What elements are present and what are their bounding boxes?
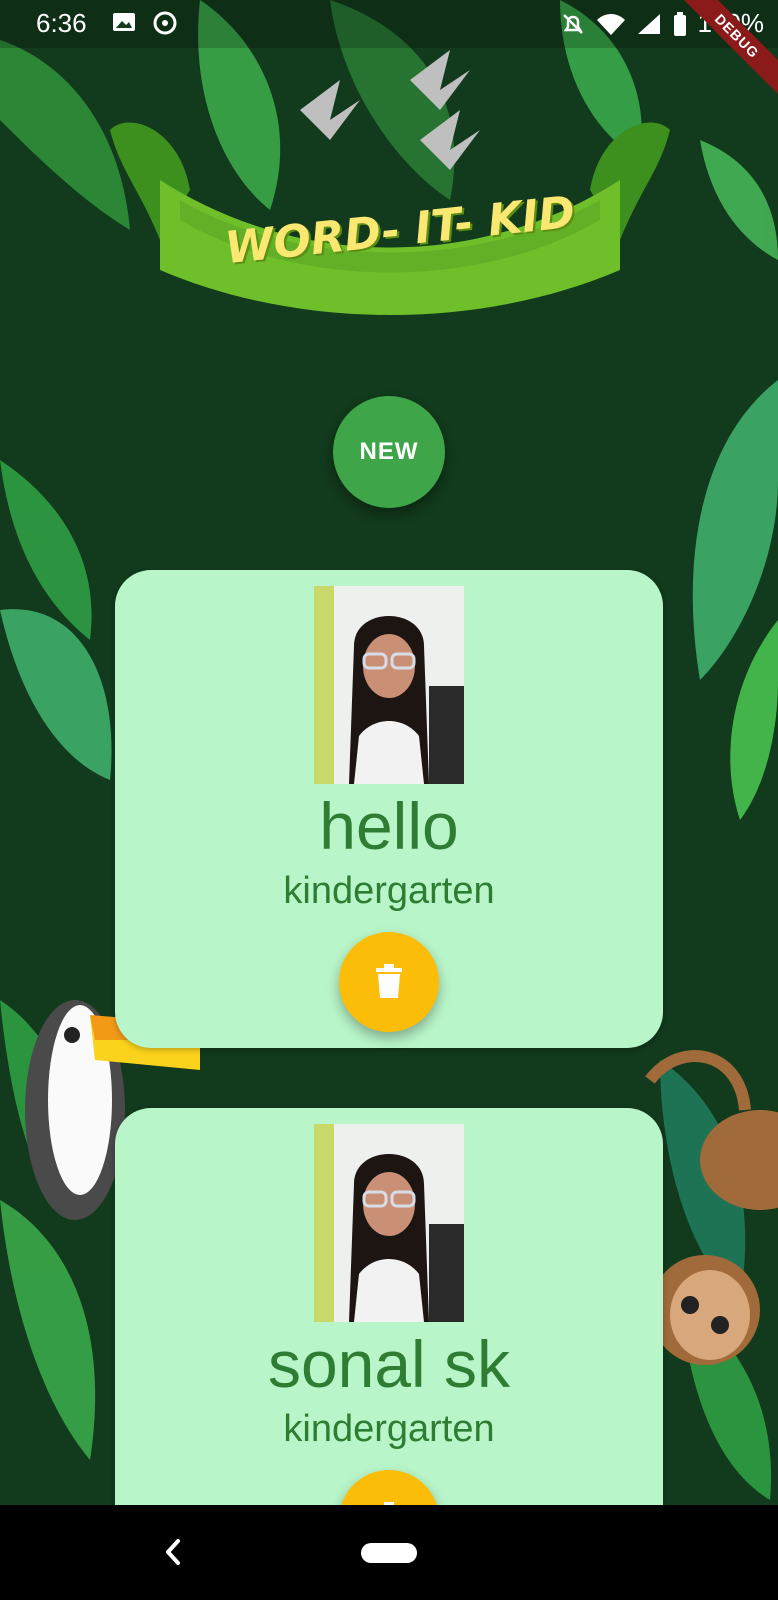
profile-photo [314, 586, 464, 784]
profile-grade: kindergarten [283, 870, 495, 912]
profile-card[interactable]: hello kindergarten [115, 570, 663, 1048]
app-banner: WORD- IT- KID [100, 70, 680, 340]
profile-photo [314, 1124, 464, 1322]
battery-icon [673, 11, 686, 36]
home-pill-button[interactable] [361, 1543, 417, 1563]
wifi-icon [596, 13, 625, 35]
trash-icon [376, 964, 402, 998]
image-icon [113, 13, 135, 31]
signal-icon [637, 13, 660, 34]
back-chevron-icon[interactable] [158, 1535, 188, 1569]
profile-grade: kindergarten [283, 1408, 495, 1450]
bell-off-icon [562, 13, 583, 34]
profile-photo-illustration [314, 586, 464, 784]
status-notification-icons [112, 10, 178, 36]
delete-profile-button[interactable] [339, 932, 439, 1032]
profile-name: hello [319, 789, 459, 863]
new-profile-button[interactable]: NEW [333, 396, 445, 508]
navigation-bar [0, 1505, 778, 1600]
status-time: 6:36 [36, 8, 87, 38]
status-bar: 6:36 100% [0, 0, 778, 48]
sync-icon [153, 11, 177, 35]
profile-photo-illustration [314, 1124, 464, 1322]
profile-name: sonal sk [267, 1327, 511, 1401]
